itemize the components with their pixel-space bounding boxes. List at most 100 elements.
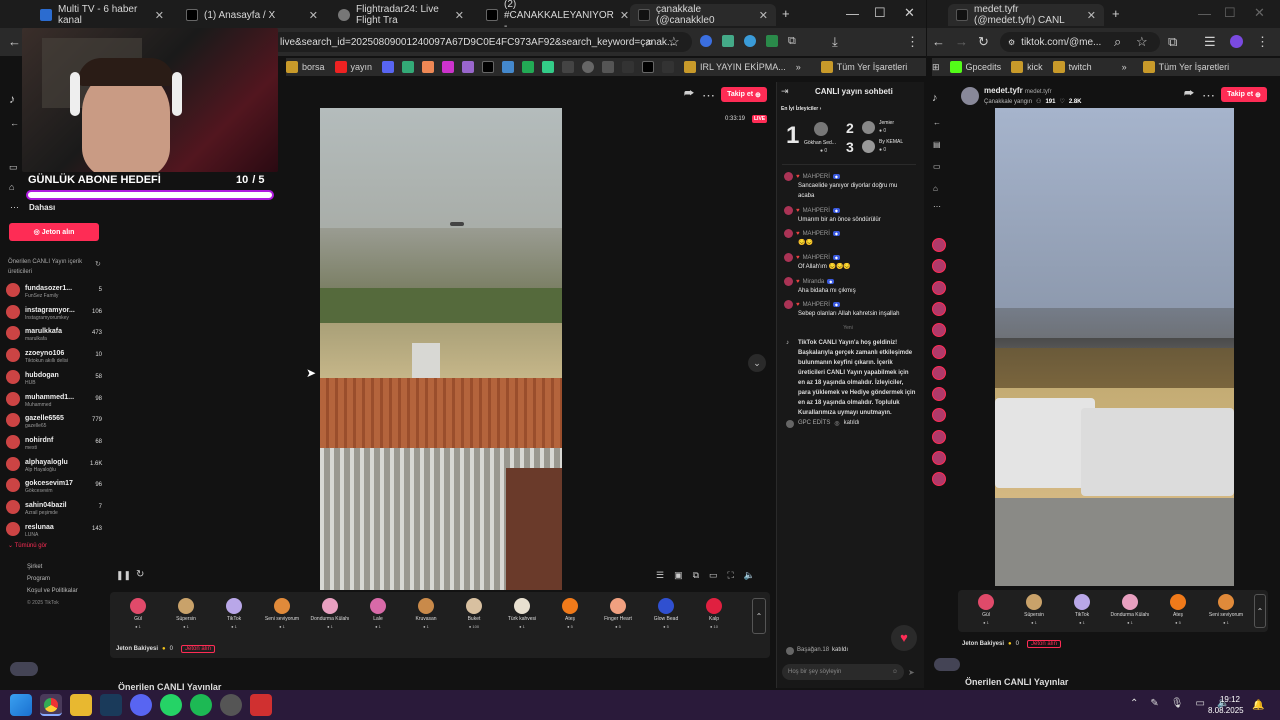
close-icon[interactable]: ✕ — [1087, 9, 1096, 22]
get-coins-small-button[interactable]: Jeton alın — [1027, 640, 1062, 648]
twitch-icon[interactable] — [462, 61, 475, 73]
steam-icon[interactable] — [100, 694, 122, 716]
back-icon[interactable]: ← — [8, 34, 21, 49]
extension-icon[interactable] — [744, 35, 756, 47]
bookmark-icon[interactable] — [582, 61, 595, 73]
tab-canakkaleyaniyor[interactable]: (2) #CANAKKALEYANIYOR - ✕ — [478, 0, 629, 32]
bookmark-icon[interactable] — [502, 61, 515, 73]
address-bar[interactable]: live&search_id=20250809001240097A67D9C0E… — [270, 32, 692, 52]
x-icon[interactable] — [482, 61, 495, 73]
follow-button[interactable]: Takip et ⊕ — [721, 87, 767, 102]
get-coins-button[interactable]: ◎ Jeton alın — [9, 223, 99, 241]
bookmark-all[interactable]: Tüm Yer İşaretleri — [1142, 61, 1229, 73]
extension-icon[interactable] — [766, 35, 778, 47]
mic-icon[interactable]: 🎙 — [1171, 698, 1184, 709]
fullscreen-icon[interactable]: ⛶ — [728, 570, 734, 581]
toggle-switch[interactable] — [934, 658, 960, 671]
bookmark-yayin[interactable]: yayın — [334, 61, 372, 73]
chevron-up-icon[interactable]: ⌃ — [1130, 698, 1138, 709]
live-icon[interactable]: ▭ — [933, 162, 941, 171]
close-window-icon[interactable]: ✕ — [1254, 5, 1265, 21]
instagram-icon[interactable] — [442, 61, 455, 73]
gift-item[interactable]: TikTok ● 1 — [1058, 594, 1106, 625]
more-options-icon[interactable]: ⋯ — [1202, 88, 1215, 104]
extensions-icon[interactable]: ⧉ — [1168, 34, 1177, 50]
close-window-icon[interactable]: ✕ — [904, 5, 915, 21]
gift-item[interactable]: Dondurma Külahı ● 1 — [1106, 594, 1154, 625]
followed-avatar[interactable] — [932, 301, 946, 316]
home-icon[interactable]: ⌂ — [9, 182, 14, 192]
minimize-icon[interactable]: — — [846, 6, 859, 21]
tiktok-logo-icon[interactable]: ♪ — [932, 92, 938, 104]
bookmark-borsa[interactable]: borsa — [286, 61, 325, 73]
discord-icon[interactable] — [130, 694, 152, 716]
emoji-icon[interactable]: ☺ — [892, 669, 898, 675]
search-icon[interactable]: ⌕ — [1114, 34, 1121, 50]
file-explorer-icon[interactable] — [70, 694, 92, 716]
bookmark-icon[interactable] — [402, 61, 415, 73]
recorder-icon[interactable] — [250, 694, 272, 716]
scroll-down-icon[interactable]: ⌄ — [748, 354, 766, 372]
live-video-2[interactable] — [995, 108, 1234, 586]
see-all-link[interactable]: ⌄ Tümünü gör — [8, 542, 47, 549]
bookmark-gpcedits[interactable]: Gpcedits — [949, 61, 1001, 73]
tab-x[interactable]: (1) Anasayfa / X ✕ — [178, 4, 326, 26]
bookmark-icon[interactable] — [622, 61, 635, 73]
sheets-icon[interactable] — [522, 61, 535, 73]
chevron-right-icon[interactable]: » — [796, 62, 801, 72]
quality-icon[interactable]: ☰ — [656, 570, 664, 581]
bookmark-irl[interactable]: IRL YAYIN EKİPMA... — [684, 61, 786, 73]
live-icon[interactable]: ▭ — [9, 162, 18, 173]
discord-icon[interactable] — [382, 61, 395, 73]
network-icon[interactable]: ▭ — [1195, 698, 1204, 709]
bookmark-icon[interactable] — [662, 61, 675, 73]
followed-avatar[interactable] — [932, 344, 946, 359]
creator-item[interactable]: gazelle6565 gazelle65 779 — [6, 410, 102, 430]
more-icon[interactable]: ⋯ — [10, 202, 19, 213]
gift-item[interactable]: Buket ● 100 — [450, 598, 498, 629]
forward-icon[interactable]: → — [955, 34, 968, 49]
star-icon[interactable]: ☆ — [1136, 34, 1148, 50]
creator-item[interactable]: alphayaloglu Alp Hayaloğlu 1.6K — [6, 454, 102, 474]
bookmark-icon[interactable] — [422, 61, 435, 73]
chat-input[interactable]: Hoş bir şey söyleyin ☺ — [782, 664, 904, 680]
new-tab-icon[interactable]: + — [1112, 6, 1120, 21]
gift-item[interactable]: Kruvasan ● 1 — [402, 598, 450, 629]
heart-button[interactable]: ♥ — [891, 625, 917, 651]
live-video[interactable] — [320, 108, 562, 590]
gift-item[interactable]: TikTok ● 1 — [210, 598, 258, 629]
maximize-icon[interactable]: ☐ — [1224, 5, 1236, 21]
chat-username[interactable]: MAHPERİ — [803, 231, 830, 237]
reload-icon[interactable]: ↻ — [978, 34, 989, 50]
creator-item[interactable]: gokcesevim17 Gökcesevim 96 — [6, 475, 102, 495]
bookmark-all[interactable]: Tüm Yer İşaretleri — [820, 61, 907, 73]
chat-username[interactable]: MAHPERİ — [803, 174, 830, 180]
close-icon[interactable]: ✕ — [455, 9, 464, 22]
send-icon[interactable]: ➤ — [908, 668, 915, 677]
reading-list-icon[interactable]: ☰ — [1204, 34, 1216, 50]
top-viewer-2[interactable]: 2 Jemier ● 0 — [846, 120, 906, 138]
more-options-icon[interactable]: ⋯ — [702, 88, 715, 104]
gift-item[interactable]: Dondurma Külahı ● 1 — [306, 598, 354, 629]
bookmark-icons[interactable] — [382, 61, 675, 73]
share-icon[interactable]: ⮫ — [1184, 88, 1194, 101]
chat-username[interactable]: MAHPERİ — [803, 302, 830, 308]
creator-item[interactable]: marulkkafa marulkafa 473 — [6, 323, 102, 343]
toggle-switch[interactable] — [10, 662, 38, 676]
puzzle-icon[interactable]: ⧉ — [788, 35, 796, 49]
gift-expand-icon[interactable]: ⌃ — [1254, 594, 1266, 628]
followed-avatar[interactable] — [932, 323, 946, 338]
creator-item[interactable]: hubdogan HUB 58 — [6, 367, 102, 387]
extension-icon[interactable] — [722, 35, 734, 47]
whatsapp-icon[interactable] — [160, 694, 182, 716]
home-icon[interactable]: ⌂ — [933, 184, 938, 193]
footer-link-program[interactable]: Program — [27, 573, 78, 585]
bookmark-icon[interactable] — [562, 61, 575, 73]
back-icon[interactable]: ← — [932, 34, 945, 49]
chrome-icon[interactable] — [40, 694, 62, 716]
theater-icon[interactable]: ▭ — [709, 570, 718, 581]
streamer-avatar[interactable] — [961, 87, 979, 105]
minimize-icon[interactable]: — — [1198, 6, 1211, 21]
chat-username[interactable]: MAHPERİ — [803, 255, 830, 261]
gift-item[interactable]: Gül ● 1 — [962, 594, 1010, 625]
